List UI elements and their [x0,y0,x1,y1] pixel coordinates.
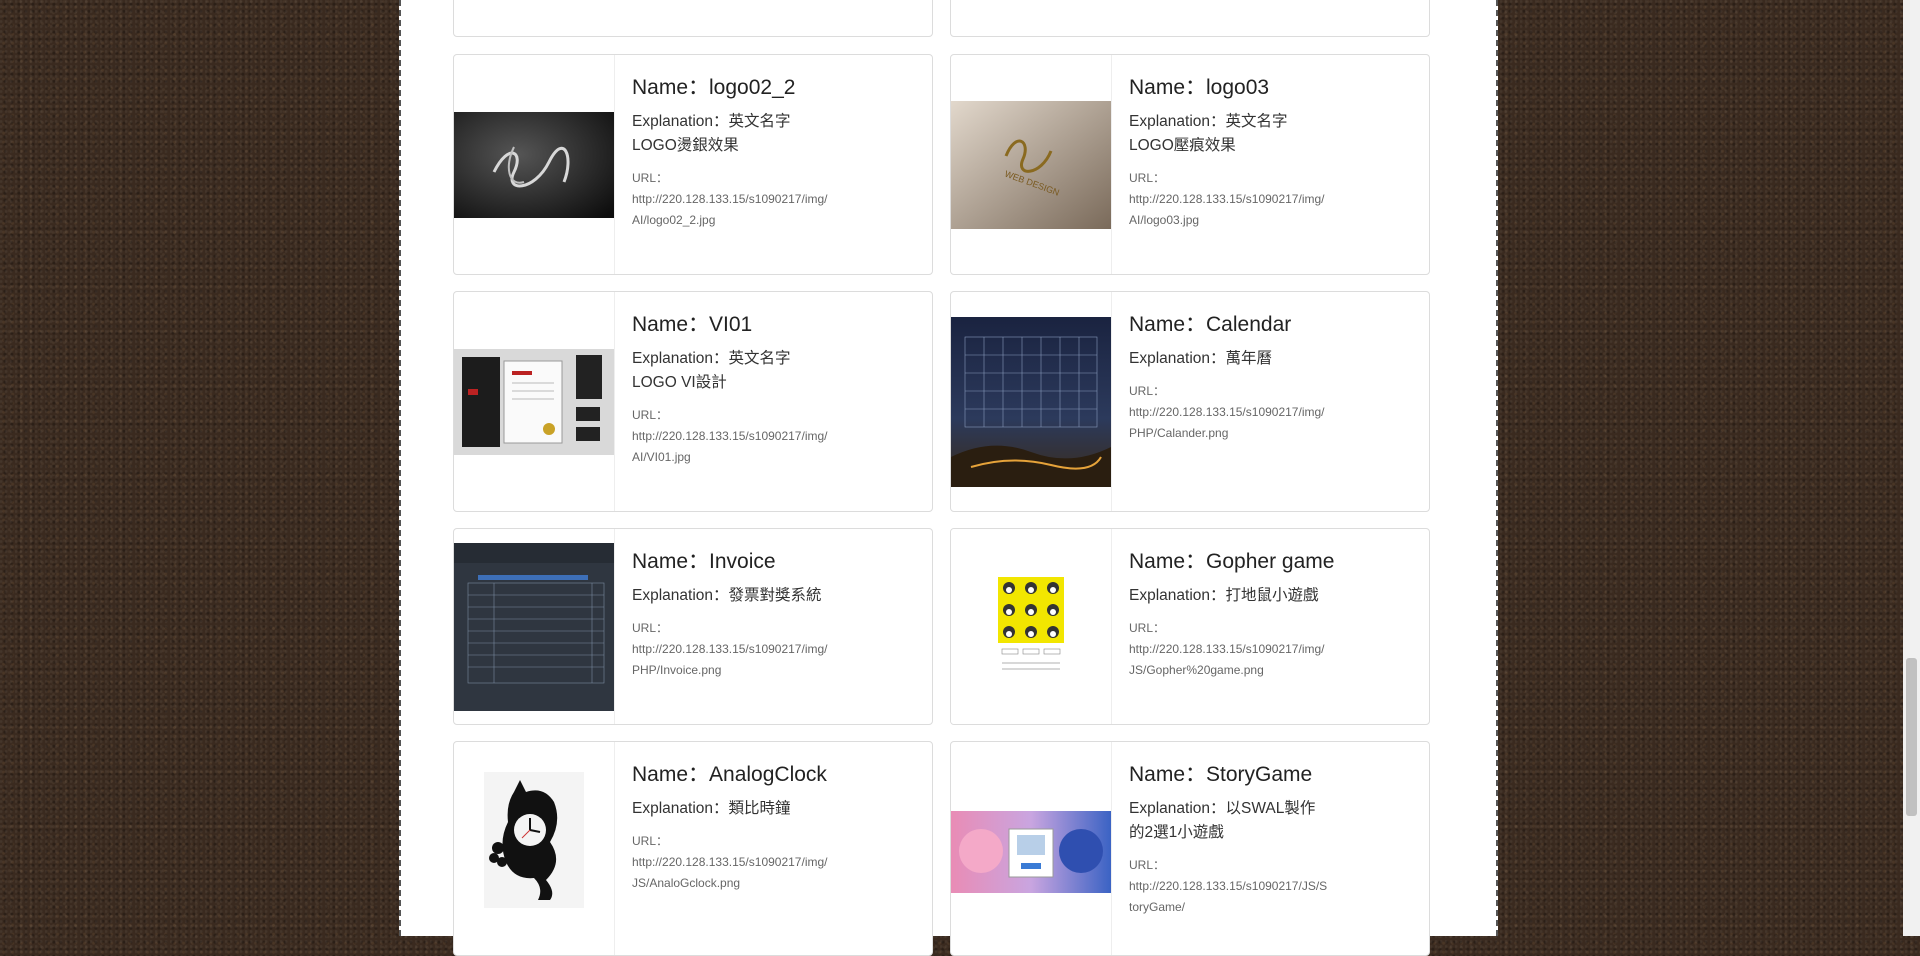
card-name: Name：Invoice [632,550,776,573]
card-partial-left [453,0,933,37]
logo-silver-icon [454,111,614,218]
card-url[interactable]: http://220.128.133.15/s1090217/img/AI/lo… [632,189,832,231]
card-logo02-2[interactable]: Name：logo02_2 Explanation：英文名字 LOGO燙銀效果 … [453,54,933,275]
logo-emboss-icon: WEB DESIGN [951,100,1111,229]
thumbnail[interactable] [454,742,615,955]
card-name: Name：logo03 [1129,76,1270,99]
card-vi01[interactable]: Name：VI01 Explanation：英文名字 LOGO VI設計 URL… [453,291,933,512]
scrollbar-thumb[interactable] [1906,658,1917,816]
card-url[interactable]: http://220.128.133.15/s1090217/img/AI/VI… [632,426,832,468]
card-storygame[interactable]: Name：StoryGame Explanation：以SWAL製作 的2選1小… [950,741,1430,956]
card-name: Name：AnalogClock [632,763,827,786]
thumbnail[interactable] [454,529,615,724]
card-explanation: Explanation：萬年曆 [1129,350,1273,367]
calendar-night-icon [951,316,1111,487]
card-explanation: Explanation：英文名字 LOGO燙銀效果 [632,113,791,154]
url-label: URL： [1129,171,1166,185]
thumbnail[interactable] [454,292,615,511]
card-explanation: Explanation：以SWAL製作 的2選1小遊戲 [1129,800,1316,841]
url-label: URL： [1129,621,1166,635]
card-url[interactable]: http://220.128.133.15/s1090217/JS/StoryG… [1129,876,1329,918]
url-label: URL： [632,834,669,848]
url-label: URL： [632,171,669,185]
card-url[interactable]: http://220.128.133.15/s1090217/img/JS/Go… [1129,639,1329,681]
card-name: Name：logo02_2 [632,76,796,99]
card-gopher-game[interactable]: Name：Gopher game Explanation：打地鼠小遊戲 URL：… [950,528,1430,725]
thumbnail[interactable] [454,55,615,274]
card-explanation: Explanation：英文名字 LOGO壓痕效果 [1129,113,1288,154]
card-explanation: Explanation：打地鼠小遊戲 [1129,587,1319,604]
url-label: URL： [632,408,669,422]
url-label: URL： [1129,384,1166,398]
card-name: Name：Gopher game [1129,550,1335,573]
vertical-scrollbar[interactable] [1903,0,1920,936]
gopher-grid-icon [998,576,1064,669]
card-calendar[interactable]: Name：Calendar Explanation：萬年曆 URL： http:… [950,291,1430,512]
card-invoice[interactable]: Name：Invoice Explanation：發票對獎系統 URL： htt… [453,528,933,725]
thumbnail[interactable]: WEB DESIGN [951,55,1112,274]
thumbnail[interactable] [951,529,1112,724]
card-explanation: Explanation：英文名字 LOGO VI設計 [632,350,791,391]
url-label: URL： [632,621,669,635]
card-url[interactable]: http://220.128.133.15/s1090217/img/AI/lo… [1129,189,1329,231]
content-panel: Name：logo02_2 Explanation：英文名字 LOGO燙銀效果 … [399,0,1498,956]
card-name: Name：Calendar [1129,313,1292,336]
card-url[interactable]: http://220.128.133.15/s1090217/img/PHP/I… [632,639,832,681]
card-partial-right [950,0,1430,37]
card-name: Name：VI01 [632,313,753,336]
card-explanation: Explanation：發票對獎系統 [632,587,822,604]
vi-stationery-icon [454,348,614,455]
thumbnail[interactable] [951,292,1112,511]
card-analogclock[interactable]: Name：AnalogClock Explanation：類比時鐘 URL： h… [453,741,933,956]
thumbnail[interactable] [951,742,1112,955]
card-url[interactable]: http://220.128.133.15/s1090217/img/PHP/C… [1129,402,1329,444]
url-label: URL： [1129,858,1166,872]
card-explanation: Explanation：類比時鐘 [632,800,791,817]
cat-clock-icon [484,772,584,908]
card-url[interactable]: http://220.128.133.15/s1090217/img/JS/An… [632,852,832,894]
anime-story-icon [951,811,1111,893]
card-logo03[interactable]: WEB DESIGN Name：logo03 Explanation：英文名字 … [950,54,1430,275]
card-name: Name：StoryGame [1129,763,1313,786]
invoice-table-icon [454,542,614,711]
